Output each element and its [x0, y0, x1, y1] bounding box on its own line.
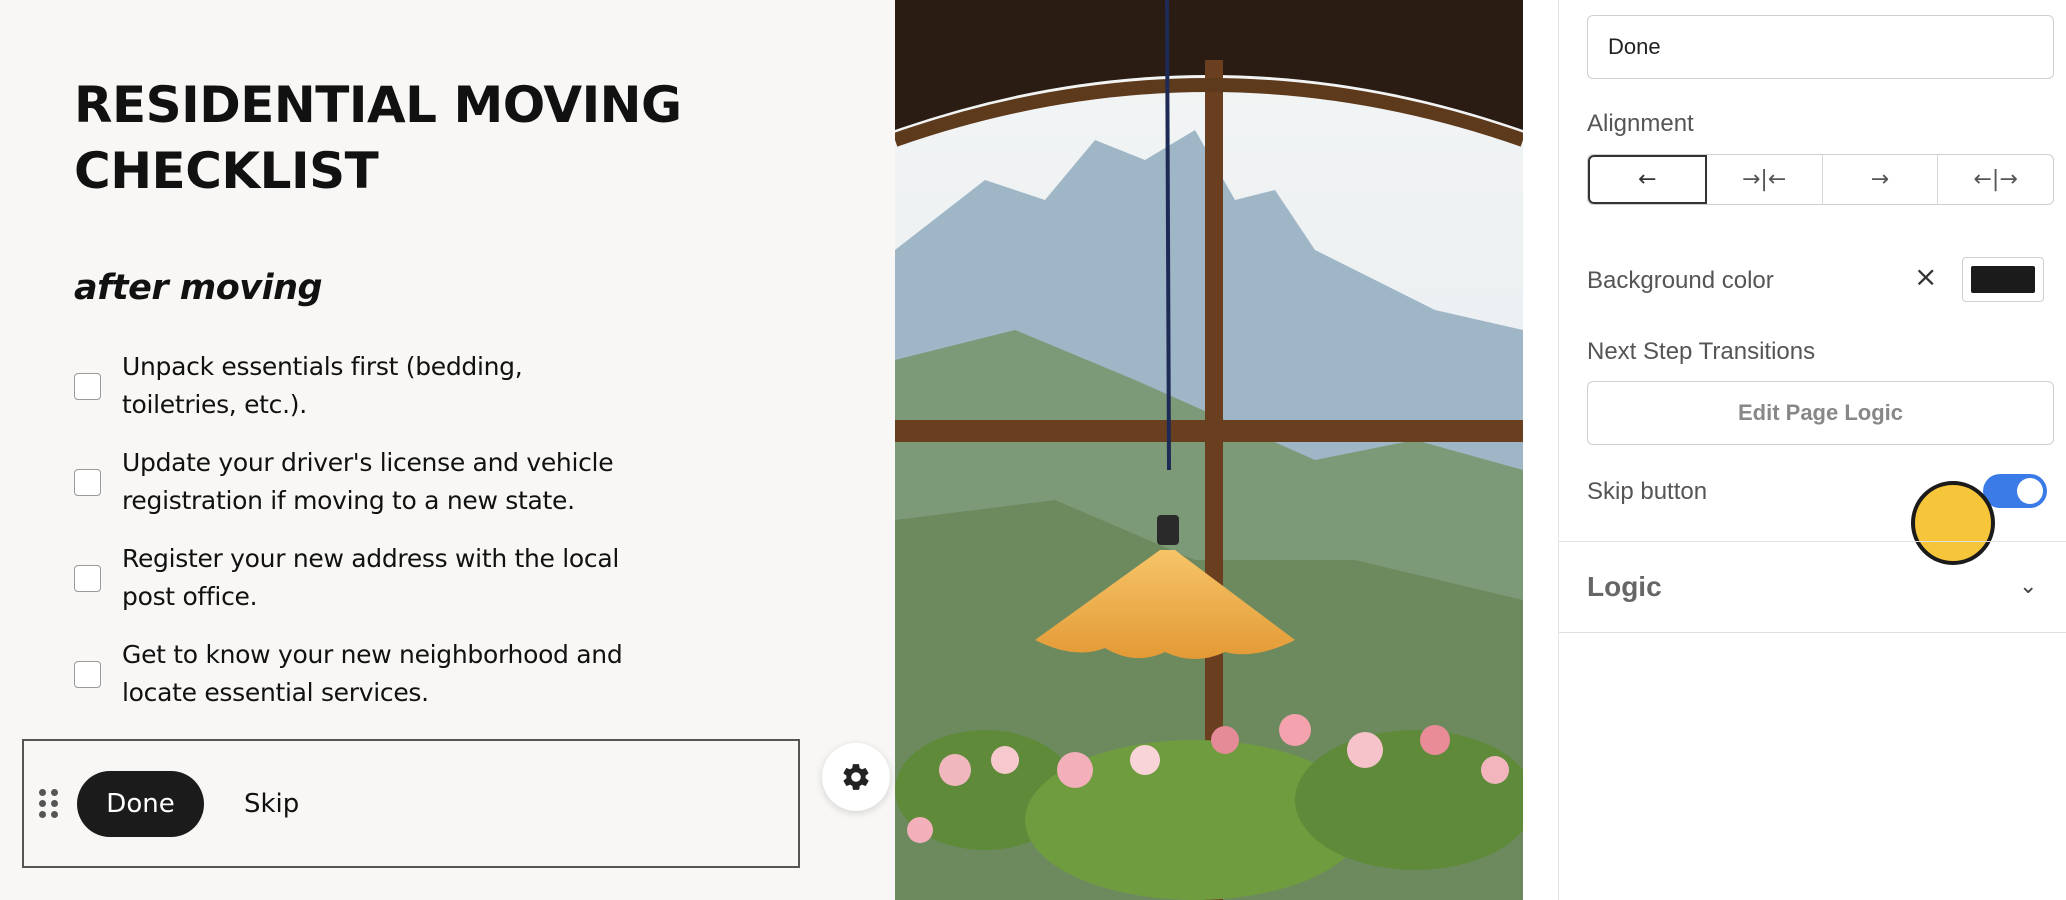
photo-illustration: [895, 0, 1523, 900]
block-settings-button[interactable]: [822, 743, 890, 811]
checklist-item-label: Register your new address with the local…: [122, 544, 620, 611]
settings-panel: Done Alignment ← →|← → ←|→ Background co…: [1558, 0, 2066, 900]
checkbox[interactable]: [74, 660, 101, 688]
done-button[interactable]: Done: [77, 771, 204, 837]
align-center-option[interactable]: →|←: [1707, 155, 1823, 204]
canvas-margin: [1523, 0, 1558, 900]
alignment-label: Alignment: [1587, 110, 1694, 137]
checklist-item-label: Update your driver's license and vehicle…: [122, 448, 614, 515]
clear-icon[interactable]: ×: [1914, 262, 1937, 292]
page-title[interactable]: RESIDENTIAL MOVING CHECKLIST: [74, 72, 694, 204]
checklist-item[interactable]: Get to know your new neighborhood and lo…: [74, 626, 644, 722]
button-text-input[interactable]: Done: [1587, 15, 2054, 79]
checklist-item[interactable]: Register your new address with the local…: [74, 530, 644, 626]
checklist-item-label: Unpack essentials first (bedding, toilet…: [122, 352, 523, 419]
drag-dot: [39, 789, 46, 796]
edit-page-logic-button[interactable]: Edit Page Logic: [1587, 381, 2054, 445]
checkbox[interactable]: [74, 468, 101, 496]
background-color-swatch[interactable]: [1962, 257, 2044, 302]
align-stretch-option[interactable]: ←|→: [1938, 155, 2053, 204]
drag-dot: [39, 800, 46, 807]
checklist-item[interactable]: Unpack essentials first (bedding, toilet…: [74, 338, 644, 434]
next-step-label: Next Step Transitions: [1587, 338, 1816, 365]
align-left-option[interactable]: ←: [1588, 155, 1707, 204]
skip-button-toggle[interactable]: [1983, 474, 2047, 508]
drag-dot: [39, 811, 46, 818]
cursor-highlight: [1911, 481, 1995, 565]
checklist-item[interactable]: Update your driver's license and vehicle…: [74, 434, 644, 530]
checklist-item-label: Get to know your new neighborhood and lo…: [122, 640, 623, 707]
drag-dot: [51, 789, 58, 796]
button-block-selected[interactable]: Done Skip: [22, 739, 800, 868]
color-fill: [1971, 266, 2035, 293]
gear-icon: [843, 764, 869, 790]
section-title[interactable]: after moving: [74, 268, 323, 308]
checklist: Unpack essentials first (bedding, toilet…: [74, 338, 644, 722]
logic-section-header[interactable]: Logic: [1587, 571, 1662, 603]
alignment-selector: ← →|← → ←|→: [1587, 154, 2054, 205]
drag-handle-icon[interactable]: [39, 789, 59, 819]
drag-dot: [51, 800, 58, 807]
skip-button[interactable]: Skip: [244, 771, 299, 837]
divider: [1559, 632, 2066, 633]
page-canvas: RESIDENTIAL MOVING CHECKLIST after movin…: [0, 0, 895, 900]
lamp-window-photo: [895, 0, 1523, 900]
chevron-down-icon[interactable]: ⌄: [2019, 574, 2037, 599]
skip-button-label: Skip button: [1587, 478, 1708, 505]
drag-dot: [51, 811, 58, 818]
checkbox[interactable]: [74, 372, 101, 400]
background-color-label: Background color: [1587, 267, 1774, 294]
align-right-option[interactable]: →: [1823, 155, 1939, 204]
checkbox[interactable]: [74, 564, 101, 592]
divider: [1559, 541, 2066, 542]
